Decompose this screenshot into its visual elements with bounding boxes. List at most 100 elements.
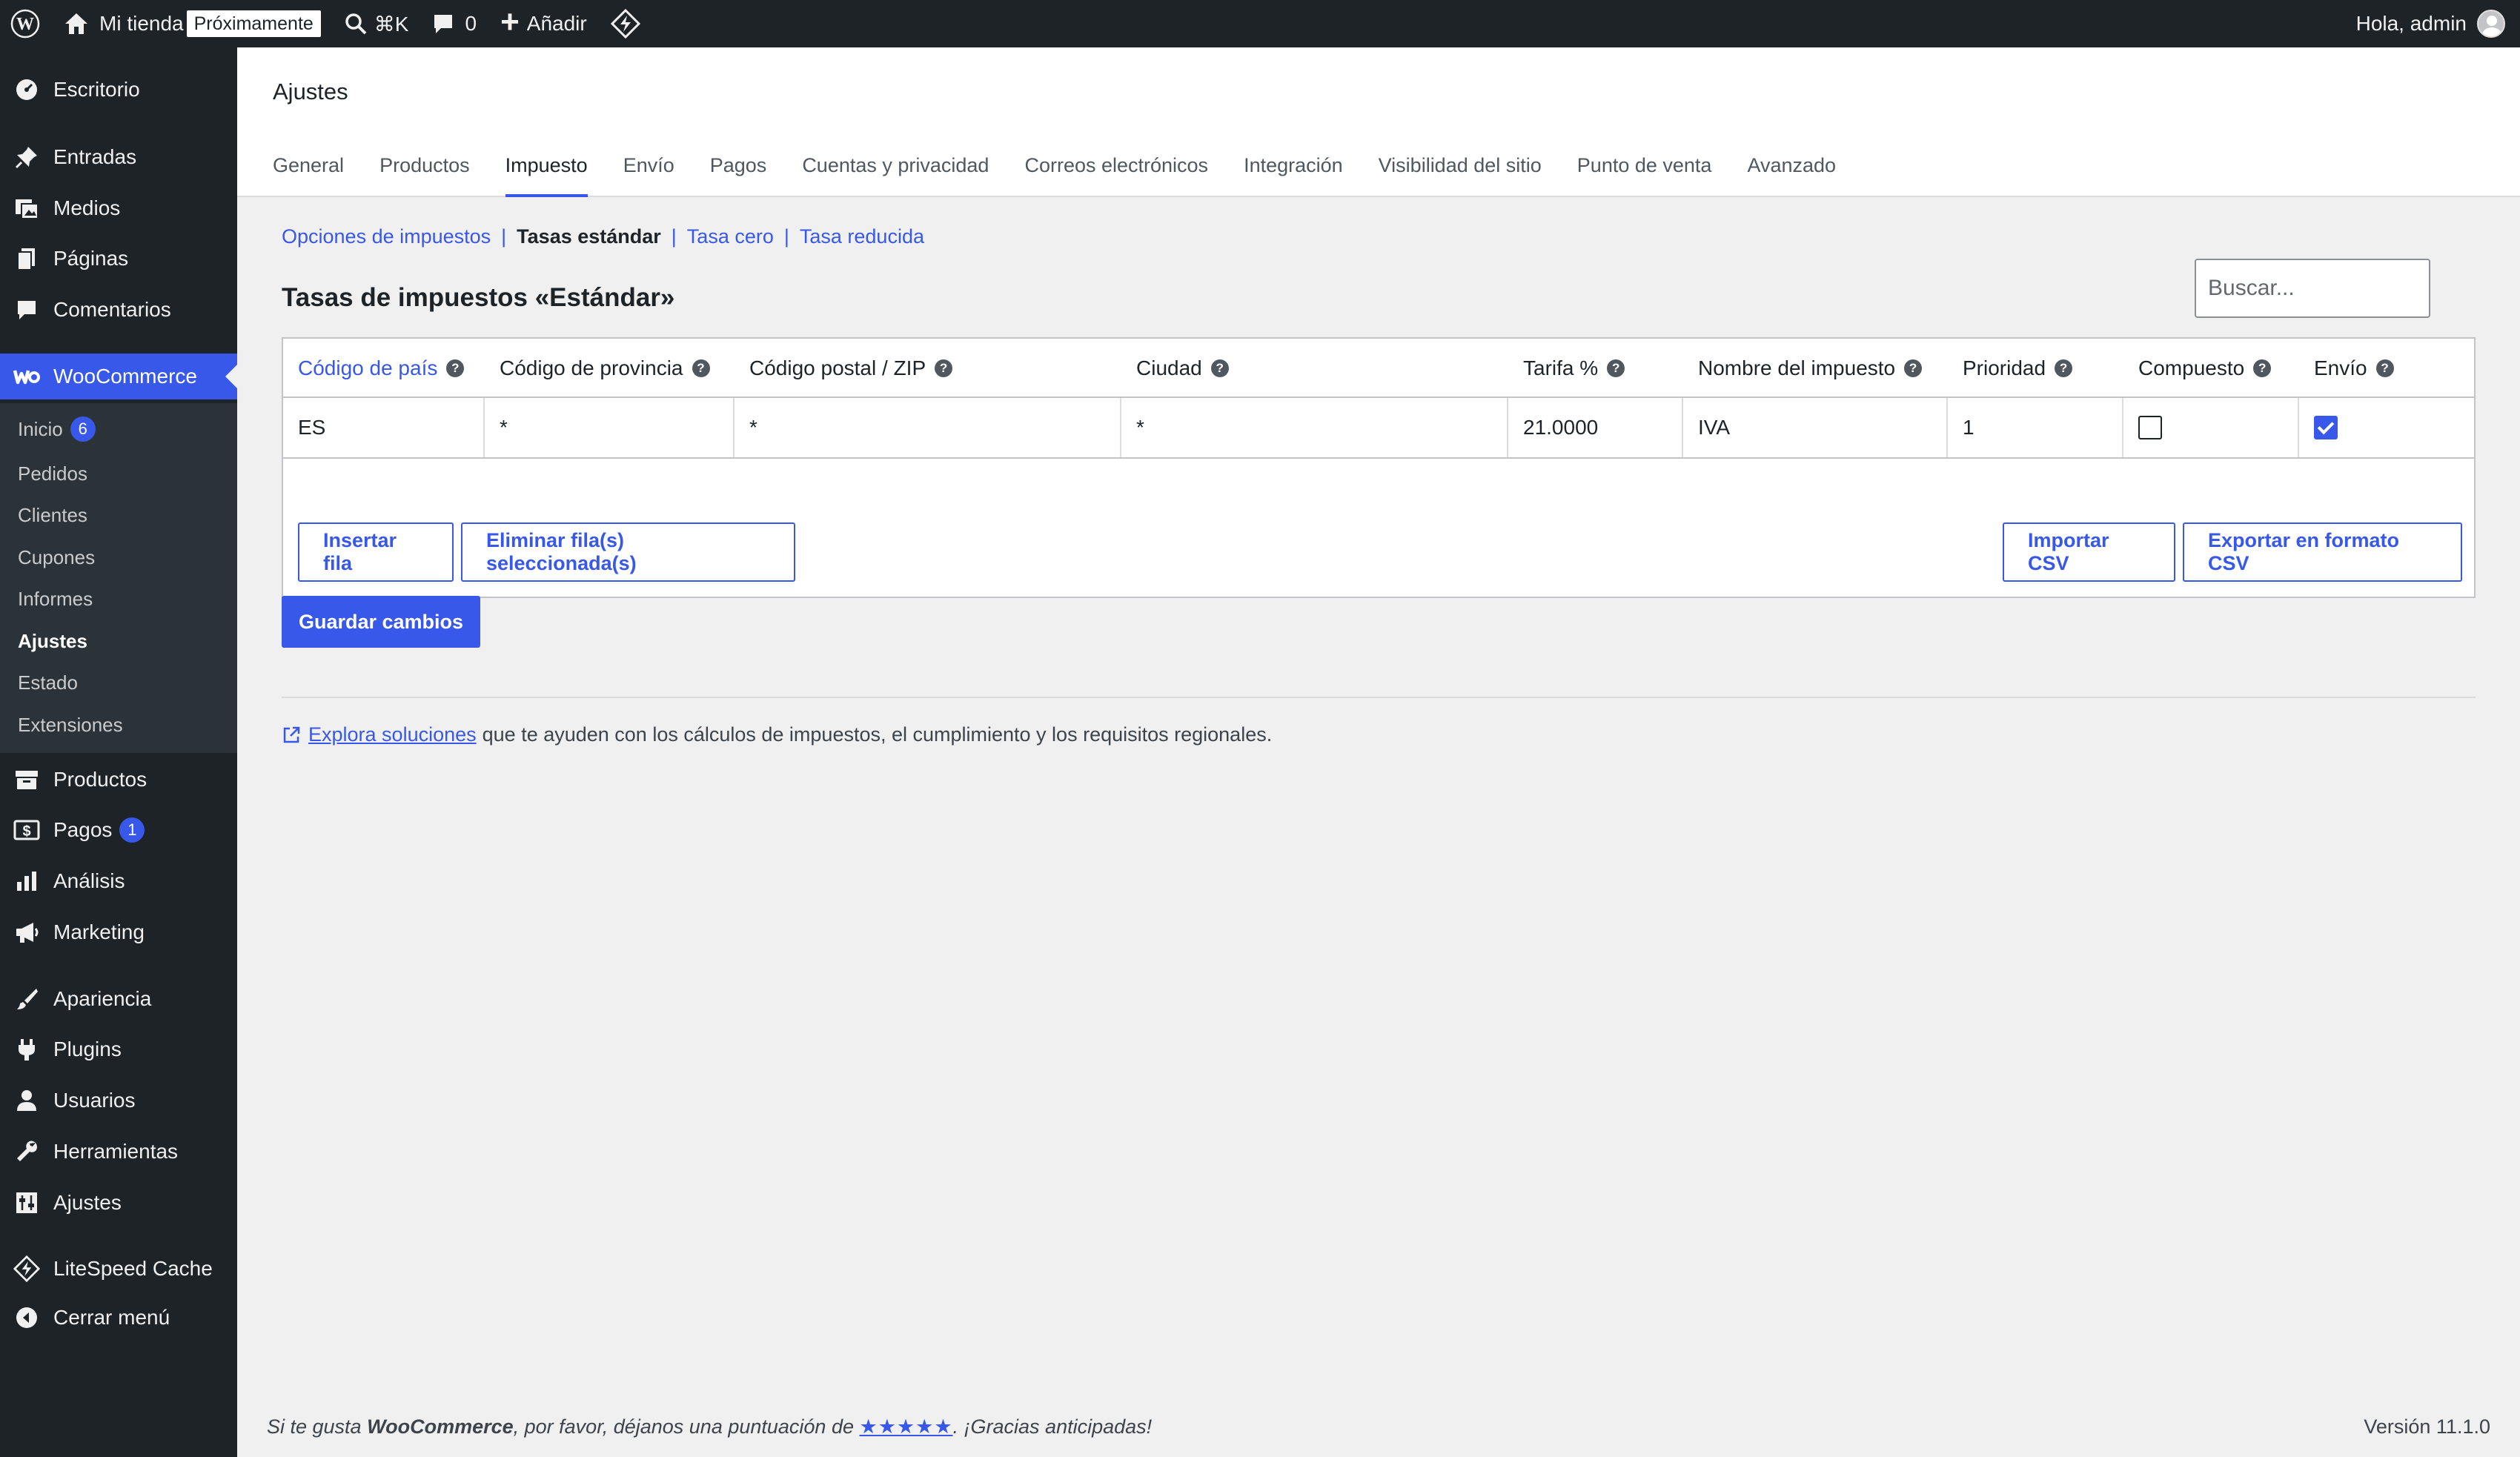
subnav-tasas-estandar[interactable]: Tasas estándar	[517, 225, 661, 248]
submenu-item-estado[interactable]: Estado	[18, 671, 78, 694]
cell-rate[interactable]: 21.0000	[1508, 398, 1683, 457]
litespeed-adminbar-button[interactable]	[599, 0, 652, 47]
import-csv-button[interactable]: Importar CSV	[2003, 522, 2175, 582]
tab-impuesto[interactable]: Impuesto	[505, 151, 588, 197]
help-icon[interactable]: ?	[2055, 359, 2073, 377]
submenu-item-clientes[interactable]: Clientes	[18, 504, 87, 527]
menu-item-apariencia[interactable]: Apariencia	[0, 976, 237, 1022]
tab-integracion[interactable]: Integración	[1244, 151, 1343, 197]
subnav-tasa-cero[interactable]: Tasa cero	[687, 225, 774, 248]
collapse-menu-button[interactable]: Cerrar menú	[0, 1295, 237, 1341]
menu-item-usuarios[interactable]: Usuarios	[0, 1078, 237, 1124]
compound-checkbox[interactable]	[2138, 416, 2162, 439]
search-input[interactable]	[2195, 259, 2430, 318]
comment-icon	[432, 13, 465, 35]
help-icon[interactable]: ?	[1904, 359, 1923, 377]
col-prioridad: Prioridad?	[1948, 339, 2123, 398]
help-icon[interactable]: ?	[935, 359, 953, 377]
admin-bar: W Mi tienda Próximamente ⌘K 0 + Añadir H…	[0, 0, 2520, 47]
menu-label: Usuarios	[53, 1089, 136, 1112]
menu-label: Comentarios	[53, 298, 171, 321]
col-codigo-pais[interactable]: Código de país?	[283, 339, 485, 398]
menu-label: Marketing	[53, 920, 145, 943]
tab-correos[interactable]: Correos electrónicos	[1024, 151, 1208, 197]
menu-item-paginas[interactable]: Páginas	[0, 236, 237, 282]
menu-item-herramientas[interactable]: Herramientas	[0, 1129, 237, 1175]
col-ciudad: Ciudad?	[1121, 339, 1508, 398]
cell-country[interactable]: ES	[283, 398, 485, 457]
settings-tabs: General Productos Impuesto Envío Pagos C…	[273, 151, 1871, 197]
account-menu[interactable]: Hola, admin	[2356, 10, 2520, 38]
section-title: Tasas de impuestos «Estándar»	[282, 283, 675, 312]
submenu-item-extensiones[interactable]: Extensiones	[18, 714, 123, 737]
submenu-item-pedidos[interactable]: Pedidos	[18, 462, 87, 485]
menu-item-ajustes[interactable]: Ajustes	[0, 1180, 237, 1226]
menu-item-entradas[interactable]: Entradas	[0, 134, 237, 180]
site-home-link[interactable]: Mi tienda Próximamente	[52, 0, 333, 47]
help-icon[interactable]: ?	[1607, 359, 1625, 377]
menu-label: Productos	[53, 768, 147, 791]
cell-tax-name[interactable]: IVA	[1683, 398, 1948, 457]
col-codigo-postal: Código postal / ZIP?	[735, 339, 1121, 398]
help-icon[interactable]: ?	[1210, 359, 1229, 377]
menu-label: Herramientas	[53, 1140, 179, 1163]
menu-item-comentarios[interactable]: Comentarios	[0, 287, 237, 333]
wrench-icon	[12, 1137, 42, 1166]
cell-state[interactable]: *	[485, 398, 735, 457]
col-compuesto: Compuesto?	[2123, 339, 2299, 398]
remove-rows-button[interactable]: Eliminar fila(s) seleccionada(s)	[461, 522, 795, 582]
tab-avanzado[interactable]: Avanzado	[1747, 151, 1836, 197]
add-new-label: Añadir	[526, 12, 587, 35]
save-changes-button[interactable]: Guardar cambios	[282, 596, 480, 648]
cell-postcode[interactable]: *	[735, 398, 1121, 457]
menu-item-productos[interactable]: Productos	[0, 757, 237, 803]
menu-item-medios[interactable]: Medios	[0, 185, 237, 231]
add-new-button[interactable]: + Añadir	[488, 0, 599, 47]
settings-icon	[12, 1188, 42, 1218]
menu-item-pagos[interactable]: $ Pagos 1	[0, 807, 237, 853]
submenu-item-ajustes[interactable]: Ajustes	[18, 630, 87, 653]
wordpress-logo-icon[interactable]: W	[0, 0, 52, 47]
menu-label: Escritorio	[53, 78, 140, 101]
svg-text:W: W	[16, 15, 34, 34]
cell-city[interactable]: *	[1121, 398, 1508, 457]
menu-item-marketing[interactable]: Marketing	[0, 909, 237, 955]
menu-label: WooCommerce	[53, 365, 197, 388]
subnav-tasa-reducida[interactable]: Tasa reducida	[800, 225, 924, 248]
help-icon[interactable]: ?	[692, 359, 710, 377]
rating-stars-link[interactable]: ★★★★★	[860, 1415, 953, 1438]
submenu-item-cupones[interactable]: Cupones	[18, 546, 95, 569]
page-title: Ajustes	[273, 79, 348, 104]
help-icon[interactable]: ?	[446, 359, 465, 377]
menu-item-plugins[interactable]: Plugins	[0, 1026, 237, 1072]
comments-link[interactable]: 0	[420, 0, 488, 47]
plugin-icon	[12, 1035, 42, 1064]
command-palette-button[interactable]: ⌘K	[333, 0, 421, 47]
explore-solutions-link[interactable]: Explora soluciones	[308, 723, 477, 746]
avatar	[2477, 10, 2505, 38]
insert-row-button[interactable]: Insertar fila	[298, 522, 454, 582]
tab-punto-de-venta[interactable]: Punto de venta	[1577, 151, 1712, 197]
megaphone-icon	[12, 917, 42, 947]
export-csv-button[interactable]: Exportar en formato CSV	[2183, 522, 2462, 582]
submenu-item-inicio[interactable]: Inicio 6	[18, 416, 96, 442]
tab-envio[interactable]: Envío	[623, 151, 674, 197]
tab-pagos[interactable]: Pagos	[710, 151, 767, 197]
help-icon[interactable]: ?	[2375, 359, 2394, 377]
tab-productos[interactable]: Productos	[379, 151, 470, 197]
coming-soon-badge[interactable]: Próximamente	[186, 10, 321, 37]
admin-sidebar: Escritorio Entradas Medios Páginas Comen…	[0, 47, 237, 1457]
help-icon[interactable]: ?	[2253, 359, 2272, 377]
menu-item-litespeed-cache[interactable]: LiteSpeed Cache	[0, 1246, 237, 1292]
tab-general[interactable]: General	[273, 151, 344, 197]
submenu-item-informes[interactable]: Informes	[18, 588, 93, 611]
menu-item-woocommerce[interactable]: WooCommerce	[0, 354, 237, 399]
menu-item-escritorio[interactable]: Escritorio	[0, 67, 237, 113]
tab-cuentas-privacidad[interactable]: Cuentas y privacidad	[802, 151, 989, 197]
menu-item-analisis[interactable]: Análisis	[0, 858, 237, 904]
table-row[interactable]: ES * * * 21.0000 IVA 1	[283, 398, 2474, 459]
cell-priority[interactable]: 1	[1948, 398, 2123, 457]
shipping-checkbox[interactable]	[2314, 416, 2338, 439]
tab-visibilidad[interactable]: Visibilidad del sitio	[1379, 151, 1542, 197]
subnav-opciones-impuestos[interactable]: Opciones de impuestos	[282, 225, 491, 248]
